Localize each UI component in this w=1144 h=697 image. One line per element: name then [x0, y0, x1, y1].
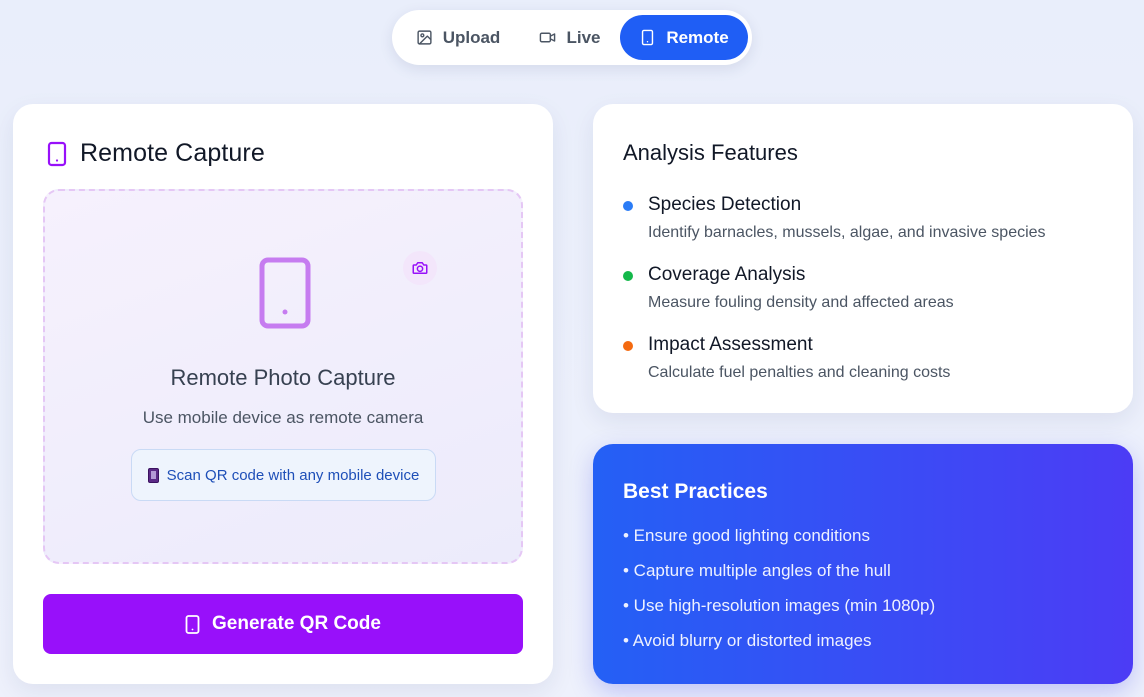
image-icon: [417, 30, 432, 45]
mobile-phone-icon: [147, 467, 159, 483]
remote-capture-zone[interactable]: Remote Photo Capture Use mobile device a…: [43, 189, 523, 564]
practice-item: • Capture multiple angles of the hull: [623, 561, 891, 580]
upload-tab-label: Upload: [442, 27, 501, 47]
feature-dot-blue: [623, 201, 633, 211]
video-icon: [540, 32, 556, 43]
best-practices-card: Best Practices • Ensure good lighting co…: [593, 444, 1133, 684]
feature-name: Species Detection: [648, 194, 802, 215]
remote-tab[interactable]: Remote: [620, 15, 748, 60]
drop-zone-subtitle: Use mobile device as remote camera: [142, 408, 424, 427]
feature-description: Identify barnacles, mussels, algae, and …: [648, 224, 1046, 241]
remote-capture-card: Remote Capture Remote Photo Capture Use …: [13, 104, 553, 684]
remote-capture-title: Remote Capture: [80, 139, 265, 167]
practice-item: • Ensure good lighting conditions: [623, 526, 870, 545]
capture-mode-switcher: Upload Live Remote: [392, 10, 752, 65]
smartphone-icon: [642, 29, 654, 46]
practice-item: • Avoid blurry or distorted images: [623, 631, 872, 650]
practice-item: • Use high-resolution images (min 1080p): [623, 596, 936, 615]
generate-qr-button[interactable]: Generate QR Code: [43, 594, 523, 654]
feature-description: Calculate fuel penalties and cleaning co…: [648, 364, 951, 381]
remote-tab-label: Remote: [666, 27, 729, 47]
analysis-features-title: Analysis Features: [623, 140, 798, 165]
feature-dot-green: [623, 271, 633, 281]
smartphone-icon: [185, 614, 200, 634]
feature-dot-orange: [623, 341, 633, 351]
smartphone-icon: [259, 257, 311, 329]
remote-capture-header: Remote Capture: [46, 139, 265, 168]
live-tab-label: Live: [566, 27, 601, 47]
best-practices-title: Best Practices: [623, 480, 768, 503]
smartphone-icon: [47, 141, 67, 166]
qr-hint-text: Scan QR code with any mobile device: [166, 466, 420, 484]
live-tab[interactable]: Live: [520, 15, 620, 60]
feature-name: Coverage Analysis: [648, 264, 806, 285]
upload-tab[interactable]: Upload: [396, 15, 520, 60]
camera-badge: [403, 251, 437, 285]
analysis-features-card: Analysis Features Species Detection Iden…: [593, 104, 1133, 413]
feature-description: Measure fouling density and affected are…: [648, 294, 954, 311]
generate-qr-label: Generate QR Code: [212, 613, 381, 634]
feature-name: Impact Assessment: [648, 334, 813, 355]
drop-zone-title: Remote Photo Capture: [170, 365, 396, 390]
qr-hint-box: Scan QR code with any mobile device: [131, 449, 436, 501]
camera-icon: [412, 262, 428, 274]
best-practices-list: • Ensure good lighting conditions • Capt…: [623, 526, 935, 666]
